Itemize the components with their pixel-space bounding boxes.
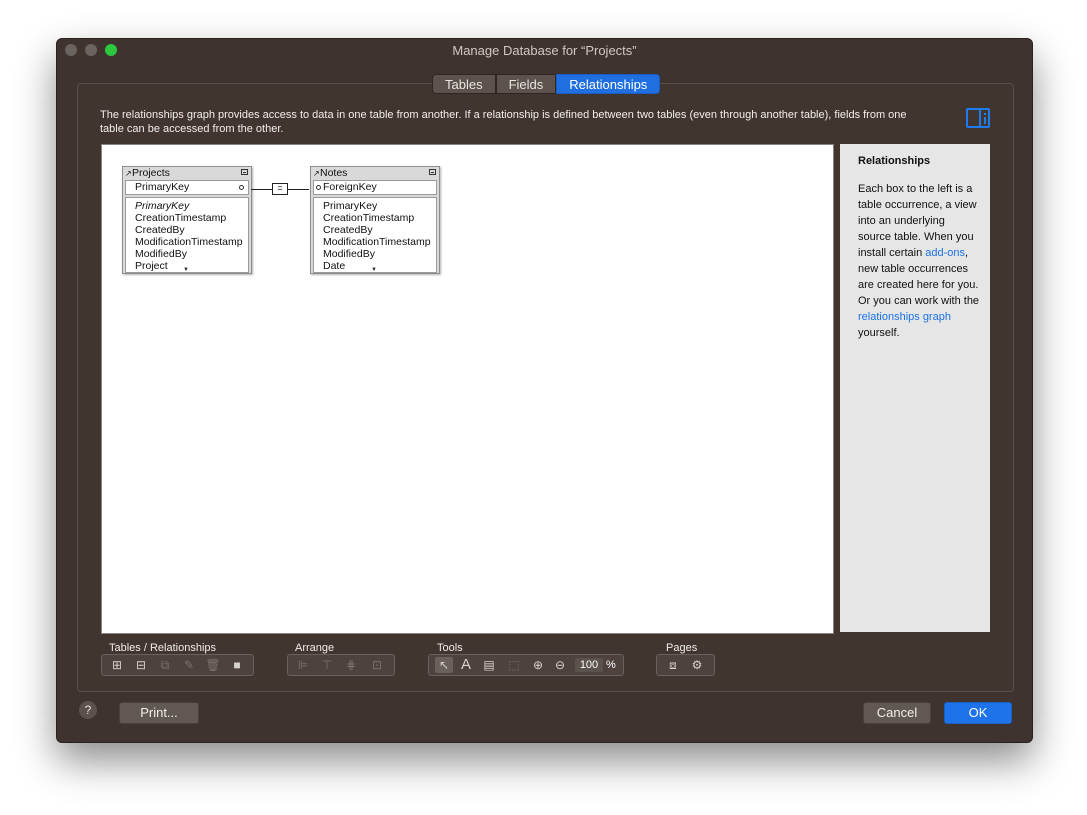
field-item: PrimaryKey [135,200,190,212]
key-connector-icon [316,185,321,190]
key-field-label: PrimaryKey [135,181,190,193]
tab-bar: Tables Fields Relationships [432,74,661,94]
collapse-icon[interactable] [241,169,248,175]
table-header[interactable]: ↗ Projects [123,167,251,180]
manage-database-window: Manage Database for “Projects” The relat… [56,38,1033,743]
tools-label: Tools [437,642,463,654]
key-connector-icon [239,185,244,190]
relationships-panel: The relationships graph provides access … [77,83,1014,692]
pages-label: Pages [666,642,698,654]
info-sidebar: Relationships Each box to the left is a … [840,144,990,632]
zoom-in-icon[interactable]: ⊕ [529,657,547,673]
sidebar-text: yourself. [858,327,900,339]
window-title: Manage Database for “Projects” [452,43,637,58]
title-bar: Manage Database for “Projects” [57,39,1032,61]
collapse-icon[interactable] [429,169,436,175]
table-occurrence-notes[interactable]: ↗ Notes ForeignKey PrimaryKey CreationTi… [310,166,440,274]
field-item: ModifiedBy [135,248,187,260]
relationships-graph-link[interactable]: relationships graph [858,311,951,323]
add-relationship-icon[interactable]: ⊟ [132,657,150,673]
arrow-icon: ↗ [125,169,132,178]
field-item: ModifiedBy [323,248,375,260]
zoom-unit: % [606,659,616,671]
scroll-down-icon[interactable]: ▼ [371,267,381,272]
resize-icon[interactable]: ⊡ [368,657,386,673]
note-tool-icon[interactable]: ▤ [480,657,498,673]
pages-tools: ⧈ ⚙ [656,654,715,676]
table-name: Projects [132,167,170,179]
align-left-icon[interactable]: ⊫ [294,657,312,673]
toggle-sidebar-icon[interactable] [966,108,990,128]
key-field-label: ForeignKey [323,181,377,193]
sidebar-body: Each box to the left is a table occurren… [858,181,980,341]
tab-tables[interactable]: Tables [432,74,496,94]
relationships-graph[interactable]: ↗ Projects PrimaryKey PrimaryKey Creatio… [101,144,834,634]
align-top-icon[interactable]: ⊤ [318,657,336,673]
field-item: CreationTimestamp [323,212,415,224]
sidebar-title: Relationships [858,155,931,167]
edit-pencil-icon[interactable]: ✎ [180,657,198,673]
field-list[interactable]: PrimaryKey CreationTimestamp CreatedBy M… [125,197,249,273]
field-item: CreatedBy [135,224,185,236]
page-breaks-icon[interactable]: ⧈ [664,657,682,673]
pointer-tool-icon[interactable]: ↖ [435,657,453,673]
field-item: PrimaryKey [323,200,378,212]
print-button[interactable]: Print... [119,702,199,724]
distribute-icon[interactable]: ⋕ [342,657,360,673]
color-swatch-icon[interactable]: ■ [228,657,246,673]
help-button[interactable]: ? [79,701,97,719]
trash-icon[interactable]: 🗑 [204,657,222,673]
field-item: CreatedBy [323,224,373,236]
table-name: Notes [320,167,348,179]
zoom-level-field[interactable]: 100 [575,658,603,672]
key-field[interactable]: PrimaryKey [125,180,249,195]
tab-fields[interactable]: Fields [495,74,557,94]
ok-button[interactable]: OK [944,702,1012,724]
select-tool-icon[interactable]: ⬚ [505,657,523,673]
field-item: ModificationTimestamp [135,236,243,248]
text-tool-icon[interactable]: A [457,657,475,673]
field-list[interactable]: PrimaryKey CreationTimestamp CreatedBy M… [313,197,437,273]
tables-relationships-tools: ⊞ ⊟ ⧉ ✎ 🗑 ■ [101,654,254,676]
arrange-label: Arrange [295,642,335,654]
tables-relationships-label: Tables / Relationships [109,642,217,654]
field-item: ModificationTimestamp [323,236,431,248]
scroll-down-icon[interactable]: ▼ [183,267,193,272]
arrow-icon: ↗ [313,169,320,178]
table-occurrence-projects[interactable]: ↗ Projects PrimaryKey PrimaryKey Creatio… [122,166,252,274]
zoom-out-icon[interactable]: ⊖ [551,657,569,673]
duplicate-icon[interactable]: ⧉ [156,657,174,673]
tab-relationships[interactable]: Relationships [556,74,661,94]
key-field[interactable]: ForeignKey [313,180,437,195]
relationships-description: The relationships graph provides access … [100,109,907,135]
arrange-tools: ⊫ ⊤ ⋕ ⊡ [287,654,395,676]
cancel-button[interactable]: Cancel [863,702,931,724]
page-setup-icon[interactable]: ⚙ [688,657,706,673]
tools-group: ↖ A ▤ ⬚ ⊕ ⊖ 100 % [428,654,624,676]
add-ons-link[interactable]: add-ons [925,247,965,259]
add-table-icon[interactable]: ⊞ [108,657,126,673]
table-header[interactable]: ↗ Notes [311,167,439,180]
field-item: CreationTimestamp [135,212,227,224]
relationship-operator[interactable]: = [272,183,288,195]
